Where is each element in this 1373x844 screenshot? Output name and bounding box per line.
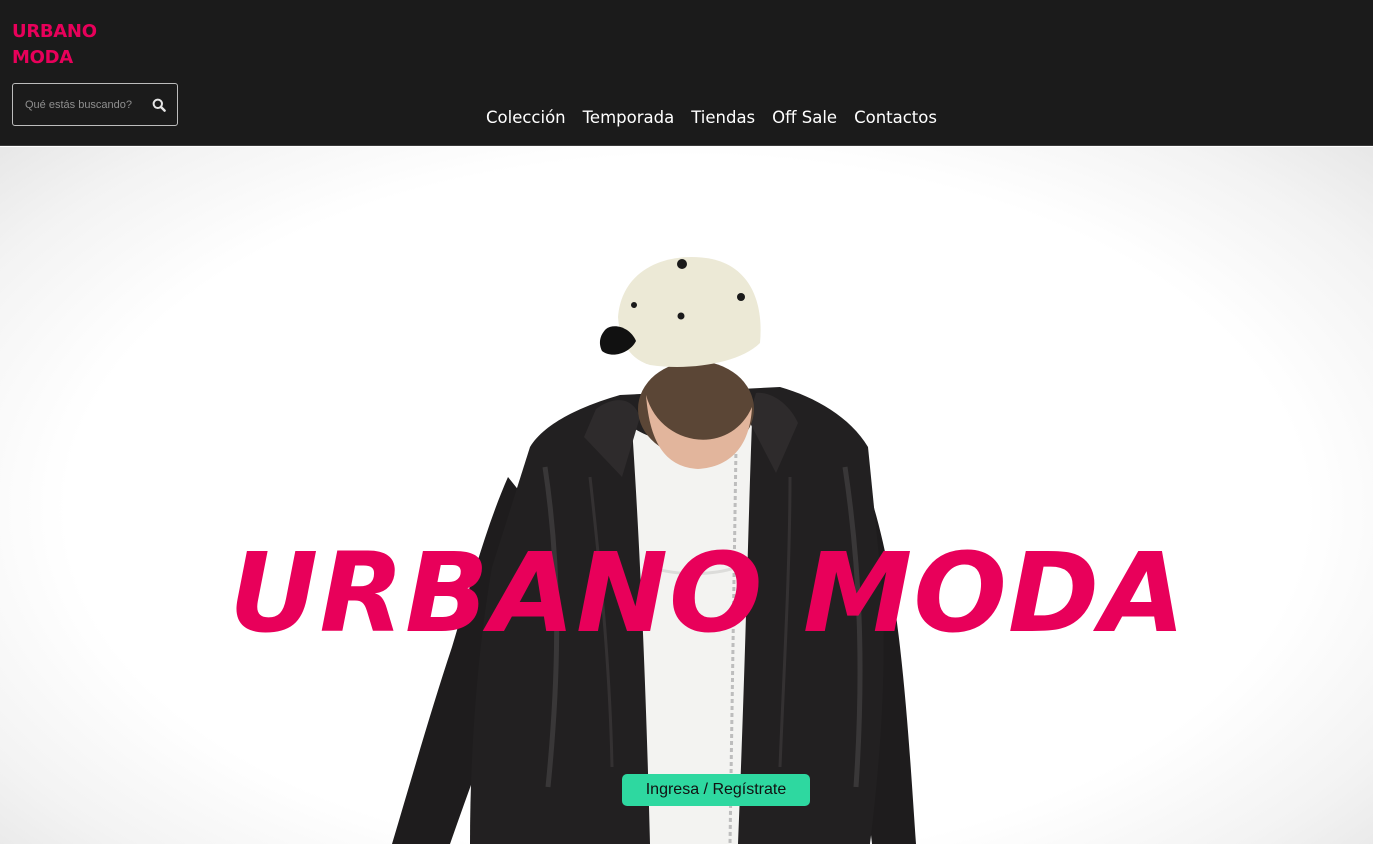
nav-link-coleccion[interactable]: Colección: [486, 107, 566, 129]
search-input[interactable]: [13, 84, 141, 125]
nav-link-off-sale[interactable]: Off Sale: [772, 107, 837, 129]
hero-title: URBANO MODA: [229, 529, 1187, 657]
search-button[interactable]: [141, 84, 177, 125]
nav-link-temporada[interactable]: Temporada: [583, 107, 675, 129]
search-icon: [152, 98, 166, 112]
brand-logo[interactable]: URBANO MODA: [12, 19, 97, 71]
logo-line-1: URBANO: [12, 21, 97, 42]
site-header: URBANO MODA Colección Temporada Tiendas …: [0, 0, 1373, 146]
login-register-button[interactable]: Ingresa / Regístrate: [622, 774, 810, 806]
main-nav: Colección Temporada Tiendas Off Sale Con…: [486, 107, 937, 129]
hero-banner: URBANO MODA Ingresa / Regístrate: [0, 147, 1373, 844]
hero-model-image: [392, 257, 916, 844]
page: URBANO MODA Colección Temporada Tiendas …: [0, 0, 1373, 844]
nav-link-tiendas[interactable]: Tiendas: [691, 107, 755, 129]
logo-line-2: MODA: [12, 47, 73, 68]
search-box: [12, 83, 178, 126]
nav-link-contactos[interactable]: Contactos: [854, 107, 937, 129]
